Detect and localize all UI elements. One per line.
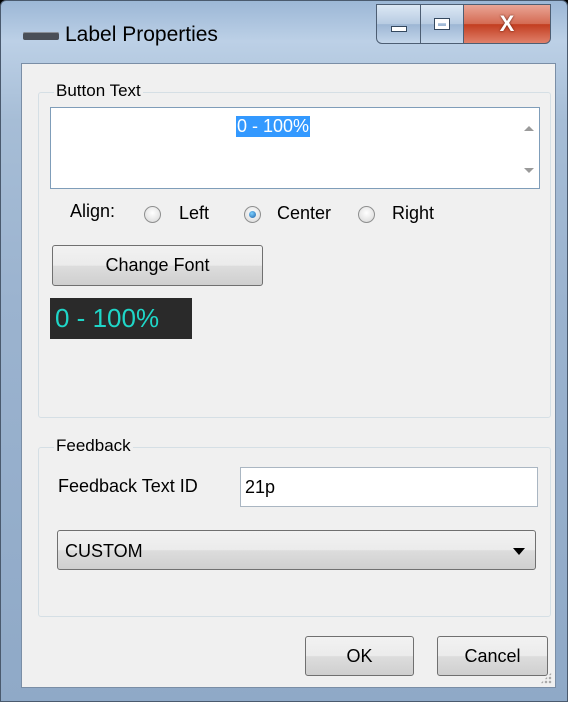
maximize-icon bbox=[434, 18, 450, 30]
align-right-radio[interactable] bbox=[358, 206, 375, 223]
ok-button[interactable]: OK bbox=[305, 636, 414, 676]
feedback-text-id-input[interactable]: 21p bbox=[240, 467, 538, 507]
window-title: Label Properties bbox=[65, 23, 218, 46]
align-left-radio[interactable] bbox=[144, 206, 161, 223]
caption-buttons: X bbox=[376, 4, 551, 48]
title-bar[interactable]: Label Properties X bbox=[1, 1, 567, 63]
align-left-label[interactable]: Left bbox=[179, 203, 209, 224]
window-menu-icon[interactable] bbox=[23, 32, 59, 40]
button-text-legend: Button Text bbox=[54, 81, 143, 101]
align-label: Align: bbox=[70, 201, 116, 221]
feedback-text-id-label: Feedback Text ID bbox=[58, 476, 198, 496]
feedback-type-dropdown[interactable]: CUSTOM bbox=[57, 530, 536, 570]
maximize-button[interactable] bbox=[421, 4, 464, 44]
vertical-scrollbar[interactable] bbox=[519, 108, 539, 188]
label-preview: 0 - 100% bbox=[50, 298, 192, 339]
align-right-label[interactable]: Right bbox=[392, 203, 434, 224]
minimize-icon bbox=[390, 26, 407, 32]
close-icon: X bbox=[499, 11, 515, 36]
feedback-legend: Feedback bbox=[54, 436, 133, 456]
align-center-label[interactable]: Center bbox=[277, 203, 331, 224]
cancel-button[interactable]: Cancel bbox=[437, 636, 548, 676]
minimize-button[interactable] bbox=[376, 4, 421, 44]
feedback-type-selected: CUSTOM bbox=[65, 541, 143, 561]
button-text-input[interactable]: 0 - 100% bbox=[50, 107, 540, 189]
close-button[interactable]: X bbox=[464, 4, 551, 44]
scroll-down-icon[interactable] bbox=[524, 168, 534, 173]
chevron-down-icon[interactable] bbox=[513, 548, 525, 555]
dialog-client-area: Button Text 0 - 100% Align: Left Center … bbox=[21, 63, 556, 688]
change-font-button[interactable]: Change Font bbox=[52, 245, 263, 286]
scroll-up-icon[interactable] bbox=[524, 126, 534, 131]
button-text-selected-value: 0 - 100% bbox=[236, 116, 311, 137]
dialog-window: Label Properties X Button Text 0 - 100% bbox=[0, 0, 568, 702]
align-center-radio[interactable] bbox=[244, 206, 261, 223]
